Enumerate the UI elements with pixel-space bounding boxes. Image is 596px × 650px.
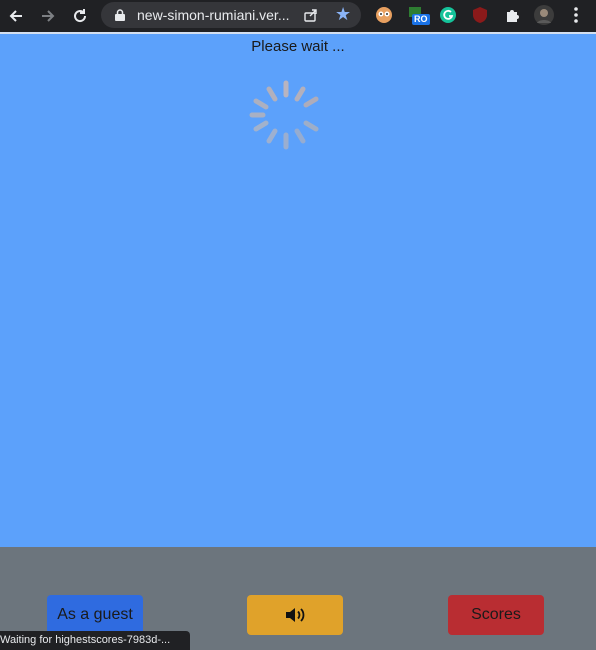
forward-button[interactable] (35, 3, 61, 29)
address-bar[interactable]: new-simon-rumiani.ver... ★ (101, 2, 361, 28)
extension-face-icon[interactable] (374, 5, 394, 25)
speaker-icon (286, 608, 305, 622)
back-arrow-icon (9, 10, 22, 22)
sound-toggle-button[interactable] (247, 595, 343, 635)
extension-badge: RO (412, 14, 430, 25)
loading-spinner-icon (249, 80, 319, 150)
browser-toolbar: new-simon-rumiani.ver... ★ RO (0, 0, 596, 32)
url-text: new-simon-rumiani.ver... (137, 7, 290, 23)
reload-icon (74, 9, 87, 23)
reload-button[interactable] (67, 3, 93, 29)
guest-button[interactable]: As a guest (47, 595, 143, 635)
ublock-icon[interactable] (470, 5, 490, 25)
scores-button[interactable]: Scores (448, 595, 544, 635)
browser-status-bubble: Waiting for highestscores-7983d-... (0, 631, 190, 650)
forward-arrow-icon (42, 10, 55, 22)
share-icon[interactable] (303, 7, 319, 26)
profile-avatar[interactable] (534, 5, 554, 25)
back-button[interactable] (3, 3, 29, 29)
loading-message: Please wait ... (251, 38, 345, 55)
page-load-progress (0, 32, 596, 34)
bookmark-star-icon[interactable]: ★ (335, 5, 351, 23)
kebab-menu-icon[interactable] (566, 5, 586, 25)
lock-icon (115, 8, 127, 22)
grammarly-icon[interactable] (438, 5, 458, 25)
extensions-puzzle-icon[interactable] (502, 5, 522, 25)
